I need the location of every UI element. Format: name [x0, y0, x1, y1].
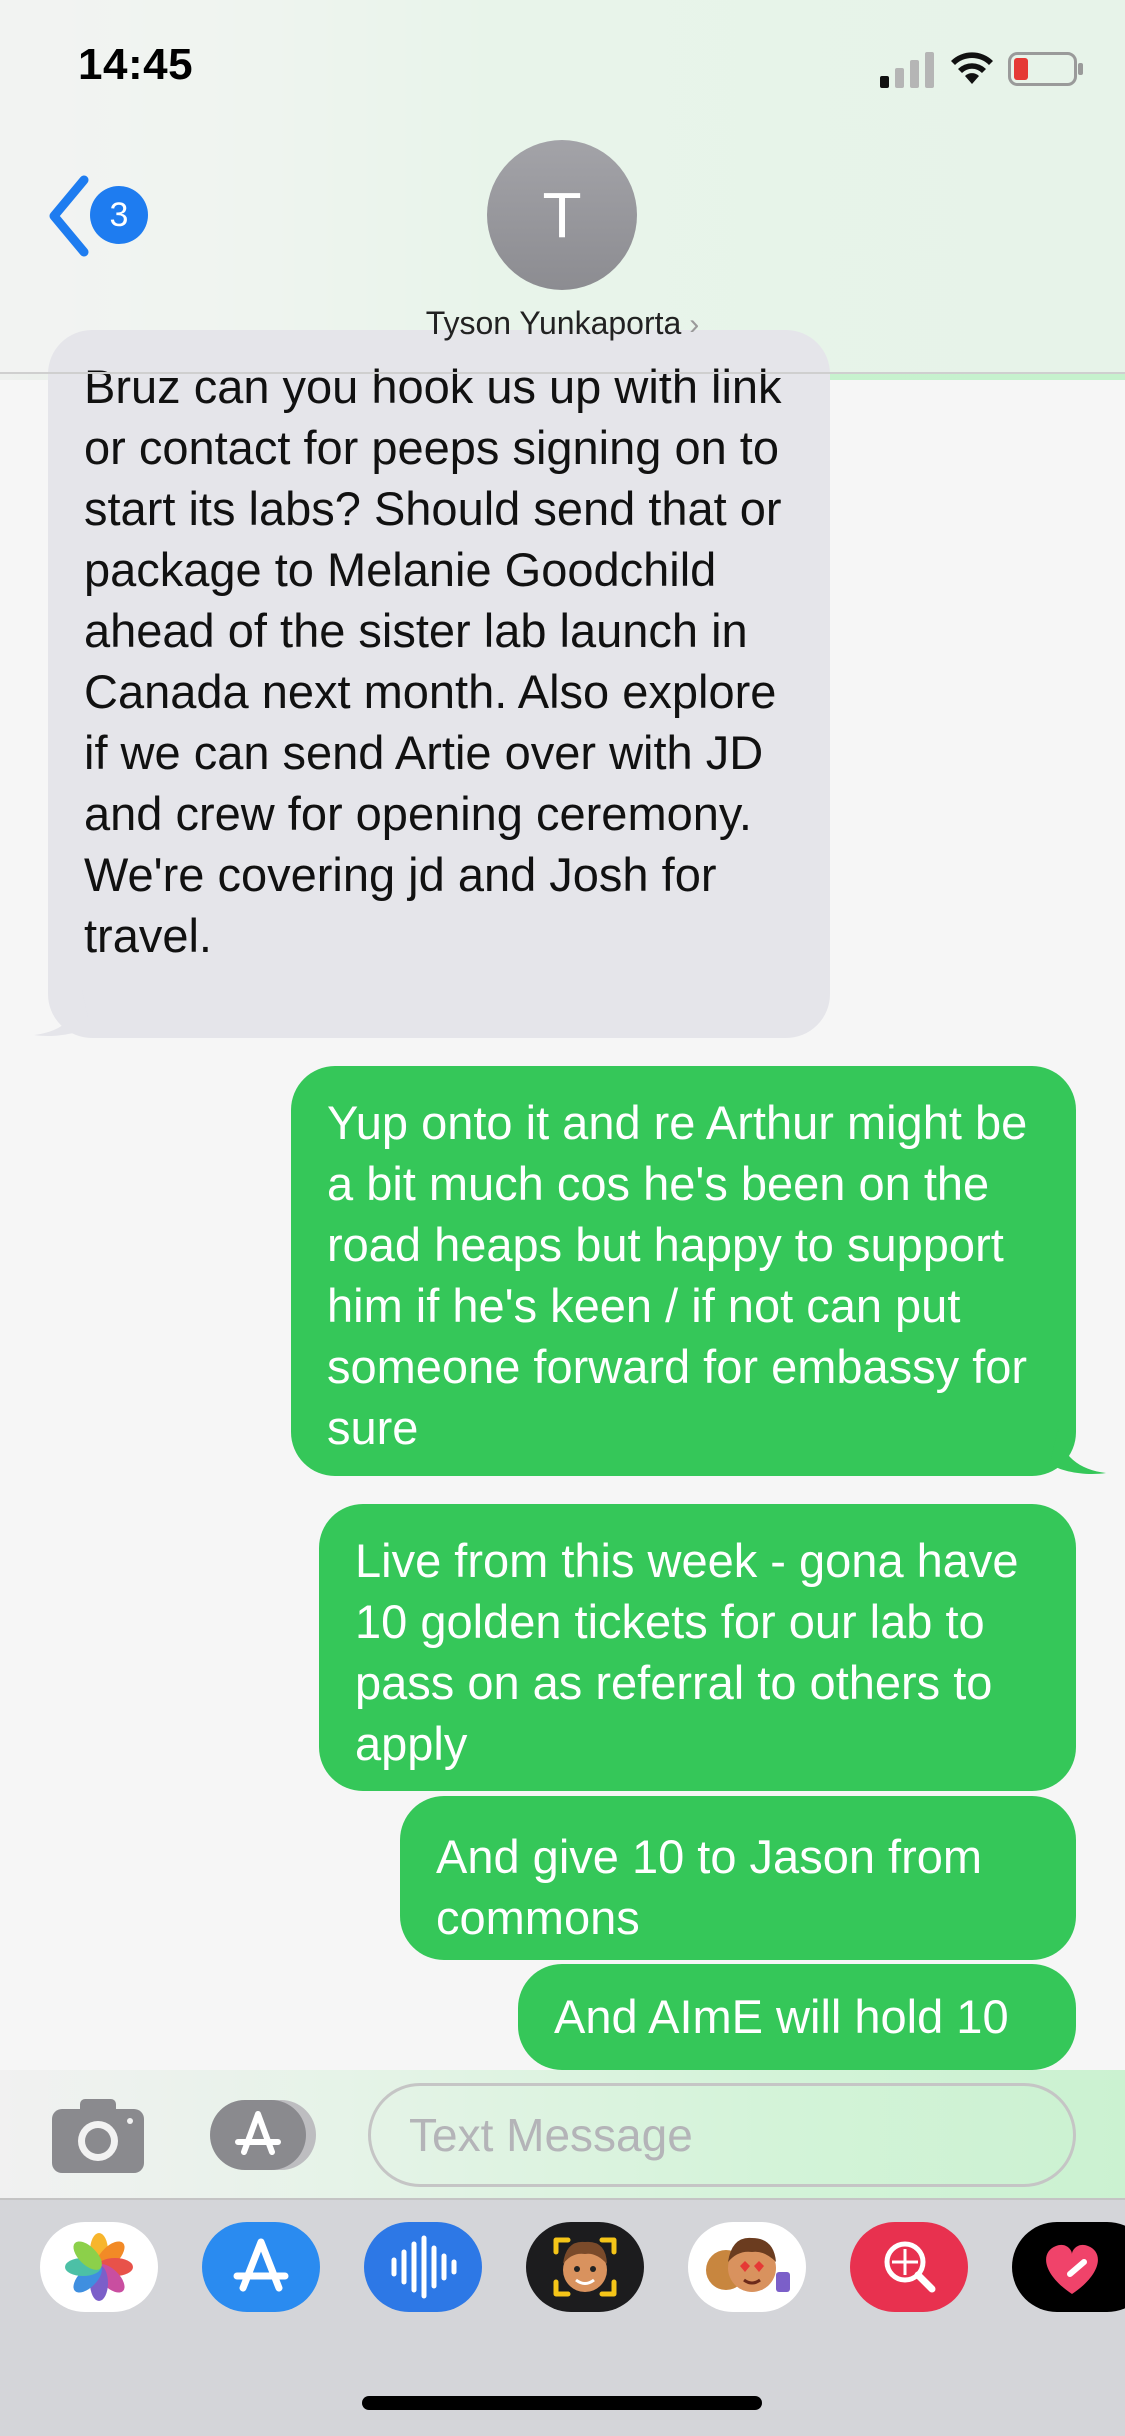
- message-bubble-outgoing[interactable]: And AImE will hold 10: [518, 1964, 1076, 2070]
- contact-name-label: Tyson Yunkaporta: [425, 305, 682, 341]
- contact-avatar[interactable]: T: [487, 140, 637, 290]
- wifi-icon: [951, 52, 993, 84]
- audio-message-icon[interactable]: [364, 2222, 482, 2312]
- header-divider: [0, 372, 1125, 374]
- app-store-button-icon[interactable]: [208, 2098, 318, 2172]
- contact-name[interactable]: Tyson Yunkaporta ›: [0, 305, 1125, 342]
- app-store-icon[interactable]: [202, 2222, 320, 2312]
- status-time: 14:45: [78, 40, 194, 89]
- message-bubble-incoming[interactable]: Bruz can you hook us up with link or con…: [48, 330, 830, 1038]
- message-input[interactable]: [368, 2083, 1076, 2187]
- digital-touch-icon[interactable]: [1012, 2222, 1125, 2312]
- message-bubble-outgoing[interactable]: Live from this week - gona have 10 golde…: [319, 1504, 1076, 1791]
- battery-low-icon: [1008, 52, 1083, 86]
- photos-icon[interactable]: [40, 2222, 158, 2312]
- message-bubble-outgoing[interactable]: And give 10 to Jason from commons: [400, 1796, 1076, 1960]
- camera-icon[interactable]: [50, 2095, 146, 2175]
- image-search-icon[interactable]: [850, 2222, 968, 2312]
- home-indicator: [362, 2396, 762, 2410]
- message-bubble-outgoing[interactable]: Yup onto it and re Arthur might be a bit…: [291, 1066, 1076, 1476]
- incoming-tail: [34, 990, 90, 1036]
- memoji-icon[interactable]: [526, 2222, 644, 2312]
- cellular-signal-icon: [880, 52, 934, 88]
- outgoing-tail: [1050, 1428, 1106, 1474]
- chevron-right-icon: ›: [689, 308, 700, 341]
- animoji-stickers-icon[interactable]: [688, 2222, 806, 2312]
- unread-count-badge[interactable]: 3: [90, 186, 148, 244]
